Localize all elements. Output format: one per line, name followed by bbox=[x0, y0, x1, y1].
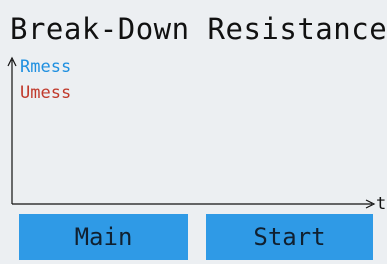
device-screen: Break-Down Resistance Rmess Umess t Main… bbox=[0, 0, 387, 264]
legend-rmess: Rmess bbox=[20, 57, 72, 77]
start-button[interactable]: Start bbox=[206, 214, 373, 260]
main-button[interactable]: Main bbox=[19, 214, 188, 260]
x-axis-label: t bbox=[376, 194, 387, 214]
legend-umess: Umess bbox=[20, 83, 72, 103]
